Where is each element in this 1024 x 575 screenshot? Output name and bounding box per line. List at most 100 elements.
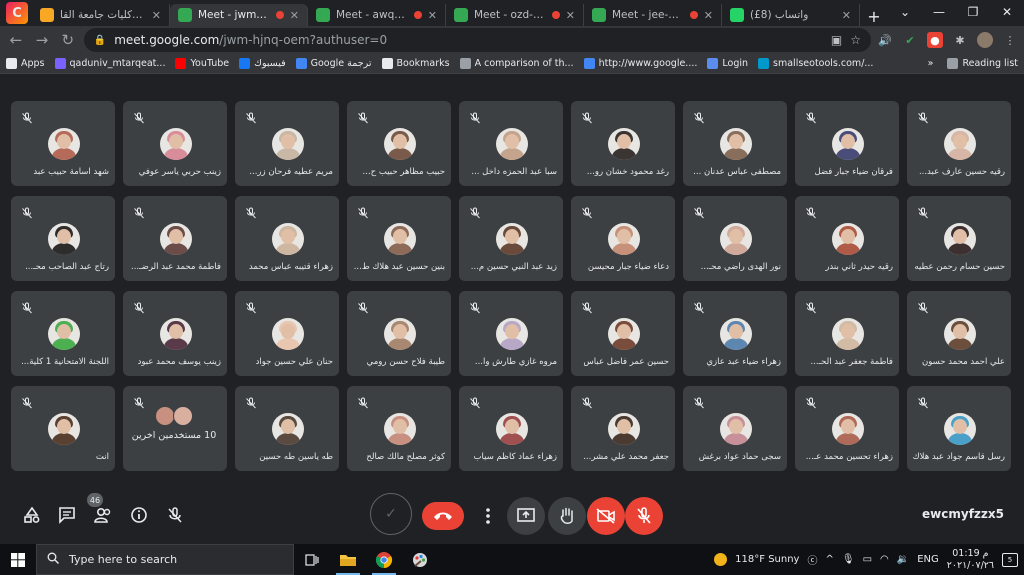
bookmark-star-icon[interactable]: ☆: [850, 33, 861, 47]
participant-tile[interactable]: زينب حربي ياسر عوفي: [123, 101, 227, 186]
participant-tile[interactable]: زهراء قتيبه عباس محمد: [235, 196, 339, 281]
activities-icon[interactable]: [21, 504, 43, 526]
file-explorer-icon[interactable]: [330, 544, 366, 575]
camera-off-button[interactable]: [587, 497, 625, 535]
red-extension-icon[interactable]: ●: [926, 32, 943, 48]
maximize-button[interactable]: ❐: [956, 5, 990, 19]
people-icon[interactable]: [92, 504, 114, 526]
participant-tile[interactable]: علي احمد محمد حسون: [907, 291, 1011, 376]
microphone-off-button[interactable]: [625, 497, 663, 535]
participant-tile[interactable]: رسل قاسم جواد عبد هلاك: [907, 386, 1011, 471]
participant-tile[interactable]: جعفر محمد علي مشر...: [571, 386, 675, 471]
browser-tab[interactable]: (£8) واتساب ✕: [722, 4, 860, 26]
participant-tile[interactable]: رقيه حيدر ثاني بندر: [795, 196, 899, 281]
close-tab-icon[interactable]: ✕: [566, 9, 575, 22]
participant-tile[interactable]: طه ياسين طه حسين: [235, 386, 339, 471]
participant-tile[interactable]: زينب يوسف محمد عبود: [123, 291, 227, 376]
browser-tab[interactable]: Meet - jee-kuav- ✕: [584, 4, 722, 26]
tray-mic-icon[interactable]: 🎙: [842, 554, 855, 565]
present-now-button[interactable]: [507, 497, 545, 535]
participant-tile[interactable]: شهد اسامة حبيب عبد: [11, 101, 115, 186]
close-tab-icon[interactable]: ✕: [152, 9, 161, 22]
participant-tile[interactable]: نور الهدى راضي محـ...: [683, 196, 787, 281]
reload-icon[interactable]: ↻: [58, 31, 78, 49]
bookmark-item[interactable]: Apps: [6, 58, 45, 69]
bookmark-item[interactable]: Login: [707, 58, 748, 69]
reading-list[interactable]: Reading list: [947, 58, 1018, 69]
participant-tile[interactable]: بنين حسين عبد هلاك ط...: [347, 196, 451, 281]
close-tab-icon[interactable]: ✕: [842, 9, 851, 22]
url-field[interactable]: 🔒 meet.google.com/jwm-hjnq-oem?authuser=…: [83, 28, 871, 52]
participant-tile[interactable]: سجى حماد عواد برغش: [683, 386, 787, 471]
close-tab-icon[interactable]: ✕: [290, 9, 299, 22]
profile-avatar[interactable]: [976, 32, 993, 48]
chat-icon[interactable]: [56, 504, 78, 526]
browser-tab[interactable]: Meet - jwm-hjnq- ✕: [170, 4, 308, 26]
bookmark-item[interactable]: qaduniv_mtarqeat...: [54, 58, 165, 69]
browser-tab[interactable]: Meet - ozd-fmfe- ✕: [446, 4, 584, 26]
raise-hand-button[interactable]: [548, 497, 586, 535]
show-hidden-icons[interactable]: ^: [825, 554, 833, 565]
participant-tile[interactable]: رغد محمود خشان رو...: [571, 101, 675, 186]
participant-tile[interactable]: سبأ عبد الحمزه داخل ...: [459, 101, 563, 186]
tray-bubble-icon[interactable]: ⓒ: [807, 552, 817, 567]
participant-tile[interactable]: اللجنة الامتحانية 1 كلية...: [11, 291, 115, 376]
participant-tile[interactable]: حسين عمر فاضل عباس: [571, 291, 675, 376]
participant-tile[interactable]: رتاج عبد الصاحب محـ...: [11, 196, 115, 281]
tab-audio-icon[interactable]: 🔊: [877, 32, 893, 48]
participant-tile[interactable]: حسين حسام رحمن عطيه: [907, 196, 1011, 281]
reactions-button[interactable]: ✓: [370, 493, 412, 535]
participant-tile[interactable]: فاطمة جعفر عبد الحـ...: [795, 291, 899, 376]
participant-tile[interactable]: كوثر مصلح مالك صالح: [347, 386, 451, 471]
more-options-button[interactable]: [469, 497, 507, 535]
notification-center-icon[interactable]: 5: [1002, 552, 1018, 567]
check-extension-icon[interactable]: ✔: [902, 32, 918, 48]
paint-app-icon[interactable]: [402, 544, 438, 575]
camera-icon[interactable]: ▣: [831, 33, 842, 47]
bookmark-item[interactable]: http://www.google....: [583, 58, 697, 69]
participant-tile[interactable]: رقيه حسين عارف عبد...: [907, 101, 1011, 186]
participant-tile[interactable]: زهراء ضياء عبد عازي: [683, 291, 787, 376]
participant-tile[interactable]: زهراء عماد كاظم سياب: [459, 386, 563, 471]
language-indicator[interactable]: ENG: [917, 554, 939, 565]
meeting-info-icon[interactable]: [128, 504, 150, 526]
participant-tile[interactable]: زيد عبد النبي حسين م...: [459, 196, 563, 281]
participant-tile[interactable]: مريم عطيه فرحان زر...: [235, 101, 339, 186]
host-controls-icon[interactable]: [164, 504, 186, 526]
c-extension-icon[interactable]: C: [6, 2, 28, 24]
bookmark-item[interactable]: A comparison of th...: [459, 58, 574, 69]
menu-kebab-icon[interactable]: ⋮: [1002, 32, 1018, 48]
participant-tile[interactable]: زهراء تحسين محمد عـ...: [795, 386, 899, 471]
start-button[interactable]: [0, 544, 36, 575]
more-bookmarks-icon[interactable]: »: [928, 58, 934, 69]
participant-tile[interactable]: مصطفى عباس عدنان ...: [683, 101, 787, 186]
new-tab-button[interactable]: +: [860, 7, 888, 26]
participant-tile[interactable]: حنان علي حسين جواد: [235, 291, 339, 376]
chrome-icon[interactable]: [366, 544, 402, 575]
participant-tile[interactable]: طيبة فلاح حسن رومي: [347, 291, 451, 376]
battery-icon[interactable]: ▭: [863, 554, 872, 565]
close-window-button[interactable]: ✕: [990, 5, 1024, 19]
leave-call-button[interactable]: [422, 502, 464, 530]
bookmark-item[interactable]: smallseotools.com/...: [758, 58, 873, 69]
volume-icon[interactable]: 🔉: [897, 554, 909, 565]
browser-tab[interactable]: جداول كليات جامعة القا ✕: [32, 4, 170, 26]
bookmark-item[interactable]: Google ترجمة: [295, 58, 372, 69]
forward-icon[interactable]: →: [32, 31, 52, 49]
back-icon[interactable]: ←: [6, 31, 26, 49]
participant-tile[interactable]: فرقان ضياء جبار فضل: [795, 101, 899, 186]
participant-tile[interactable]: حبيب مظاهر حبيب ح...: [347, 101, 451, 186]
participant-tile[interactable]: مروه غازي طارش وا...: [459, 291, 563, 376]
bookmark-item[interactable]: Bookmarks: [381, 58, 450, 69]
minimize-button[interactable]: —: [922, 5, 956, 19]
tab-search-icon[interactable]: ⌄: [888, 5, 922, 19]
lock-icon[interactable]: 🔒: [94, 35, 106, 46]
task-view-icon[interactable]: [294, 544, 330, 575]
others-tile[interactable]: 10 مستخدمين آخرين: [123, 386, 227, 471]
taskbar-search-box[interactable]: Type here to search: [36, 544, 294, 575]
browser-tab[interactable]: Meet - awq-unwe ✕: [308, 4, 446, 26]
puzzle-icon[interactable]: ✱: [952, 32, 968, 48]
bookmark-item[interactable]: فيسبوك: [239, 58, 286, 69]
participant-tile[interactable]: فاطمة محمد عبد الرضـ...: [123, 196, 227, 281]
participant-tile[interactable]: دعاء ضياء جبار محيسن: [571, 196, 675, 281]
